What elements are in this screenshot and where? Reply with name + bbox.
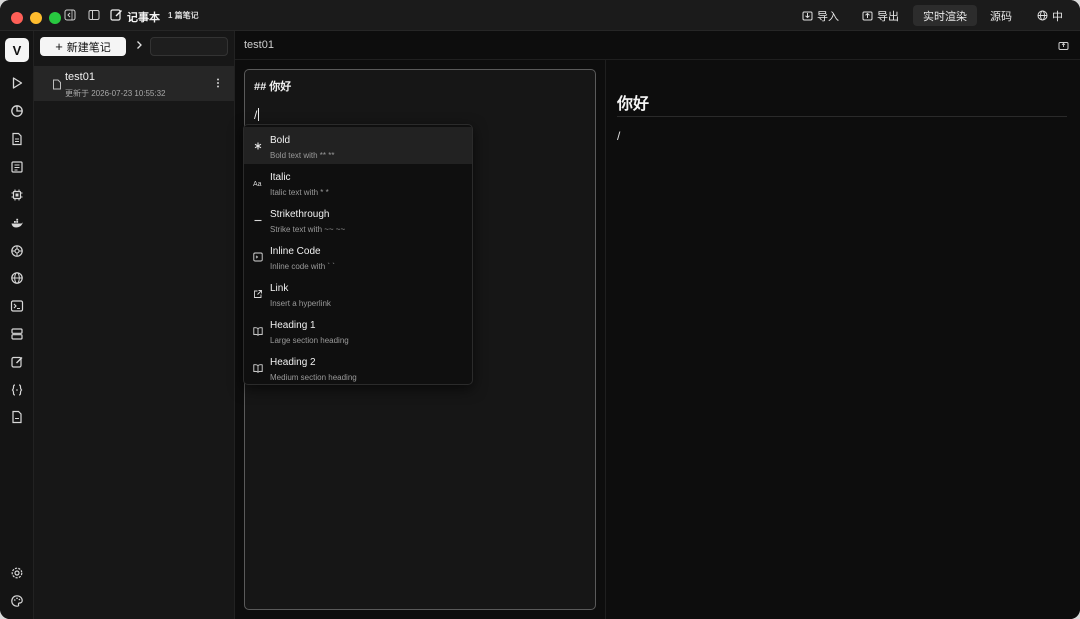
- globe-icon: [1037, 10, 1048, 21]
- file-code-icon[interactable]: [10, 410, 24, 424]
- menu-item-label: Italic: [270, 172, 291, 183]
- slash-command-menu: Bold Bold text with ** ** Aa Italic Ital…: [243, 124, 473, 385]
- menu-item-desc: Insert a hyperlink: [270, 299, 331, 308]
- note-title-header: test01: [244, 39, 274, 51]
- preview-heading: 你好: [617, 96, 650, 113]
- language-button[interactable]: 中: [1031, 5, 1069, 26]
- more-vertical-icon[interactable]: [215, 77, 221, 89]
- document-icon[interactable]: [10, 132, 24, 146]
- app-logo[interactable]: V: [5, 38, 29, 62]
- menu-item-strikethrough[interactable]: Strikethrough Strike text with ~~ ~~: [244, 201, 472, 238]
- zoom-window-button[interactable]: [49, 12, 61, 24]
- pie-chart-icon[interactable]: [10, 104, 24, 118]
- close-window-button[interactable]: [11, 12, 23, 24]
- main-header: test01: [235, 31, 1080, 60]
- menu-item-label: Strikethrough: [270, 209, 330, 220]
- play-icon[interactable]: [10, 76, 24, 90]
- menu-item-desc: Italic text with * *: [270, 188, 329, 197]
- icon-rail: V: [0, 31, 34, 619]
- language-label: 中: [1052, 10, 1063, 23]
- menu-item-label: Heading 1: [270, 320, 316, 331]
- app-window: 记事本 1 篇笔记 导入 导出 实时渲染 源码 中 V + 新建笔记 test0…: [0, 0, 1080, 619]
- export-icon: [862, 11, 873, 21]
- menu-item-link[interactable]: Link Insert a hyperlink: [244, 275, 472, 312]
- live-render-label: 实时渲染: [923, 10, 967, 23]
- menu-item-italic[interactable]: Aa Italic Italic text with * *: [244, 164, 472, 201]
- book-icon: [253, 363, 263, 373]
- notepad-edit-icon: [110, 9, 122, 21]
- code-box-icon: [253, 252, 263, 262]
- import-label: 导入: [817, 10, 839, 23]
- menu-item-label: Inline Code: [270, 246, 321, 257]
- menu-item-desc: Inline code with ` `: [270, 262, 335, 271]
- chevron-right-icon[interactable]: [134, 40, 144, 50]
- title-bar: 记事本 1 篇笔记 导入 导出 实时渲染 源码 中: [0, 0, 1080, 31]
- panel-collapse-icon[interactable]: [64, 9, 76, 21]
- file-icon: [53, 79, 61, 90]
- palette-icon[interactable]: [10, 594, 24, 608]
- app-title: 记事本: [127, 12, 160, 24]
- asterisk-icon: [253, 141, 263, 151]
- globe-icon[interactable]: [10, 271, 24, 285]
- new-note-button[interactable]: + 新建笔记: [40, 37, 126, 56]
- menu-item-desc: Medium section heading: [270, 373, 357, 382]
- new-note-label: 新建笔记: [66, 41, 111, 54]
- settings-icon[interactable]: [10, 566, 24, 580]
- export-preview-icon[interactable]: [1058, 40, 1069, 51]
- export-button[interactable]: 导出: [856, 5, 905, 26]
- note-updated: 更新于 2026-07-23 10:55:32: [65, 89, 166, 98]
- pane-divider[interactable]: [605, 60, 606, 619]
- menu-item-heading-2[interactable]: Heading 2 Medium section heading: [244, 349, 472, 384]
- notes-panel: + 新建笔记 test01 更新于 2026-07-23 10:55:32: [34, 31, 235, 619]
- preview-heading-rule: [617, 116, 1067, 117]
- chip-icon[interactable]: [10, 188, 24, 202]
- newspaper-icon[interactable]: [10, 160, 24, 174]
- menu-item-label: Link: [270, 283, 289, 294]
- external-link-icon: [253, 289, 263, 299]
- editor-line-slash: /: [254, 108, 260, 122]
- note-title: test01: [65, 71, 95, 83]
- menu-item-label: Bold: [270, 135, 291, 146]
- plus-icon: +: [55, 39, 63, 54]
- book-icon: [253, 326, 263, 336]
- minimize-window-button[interactable]: [30, 12, 42, 24]
- note-count: 1 篇笔记: [168, 11, 199, 20]
- import-button[interactable]: 导入: [796, 5, 845, 26]
- live-render-tab[interactable]: 实时渲染: [913, 5, 977, 26]
- search-input[interactable]: [150, 37, 228, 56]
- export-label: 导出: [877, 10, 899, 23]
- aperture-icon[interactable]: [10, 244, 24, 258]
- braces-icon[interactable]: [10, 383, 24, 397]
- server-icon[interactable]: [10, 327, 24, 341]
- source-label: 源码: [990, 10, 1012, 23]
- note-list-item[interactable]: test01 更新于 2026-07-23 10:55:32: [34, 66, 234, 101]
- menu-item-desc: Bold text with ** **: [270, 151, 335, 160]
- menu-item-desc: Strike text with ~~ ~~: [270, 225, 346, 234]
- italic-aa-icon: Aa: [253, 178, 263, 188]
- text-caret: [258, 108, 260, 121]
- svg-text:Aa: Aa: [253, 181, 262, 188]
- menu-item-inline-code[interactable]: Inline Code Inline code with ` `: [244, 238, 472, 275]
- menu-item-desc: Large section heading: [270, 336, 349, 345]
- menu-item-bold[interactable]: Bold Bold text with ** **: [244, 127, 472, 164]
- editor-line-slash-text: /: [254, 108, 258, 122]
- menu-item-heading-1[interactable]: Heading 1 Large section heading: [244, 312, 472, 349]
- editor-line-heading: ## 你好: [254, 81, 292, 93]
- menu-item-label: Heading 2: [270, 357, 316, 368]
- import-icon: [802, 11, 813, 21]
- edit-icon[interactable]: [10, 355, 24, 369]
- preview-text: /: [617, 129, 621, 143]
- strikethrough-icon: [253, 215, 263, 225]
- sidebar-toggle-icon[interactable]: [88, 9, 100, 21]
- source-tab[interactable]: 源码: [984, 5, 1018, 26]
- terminal-icon[interactable]: [10, 299, 24, 313]
- docker-icon[interactable]: [10, 216, 24, 230]
